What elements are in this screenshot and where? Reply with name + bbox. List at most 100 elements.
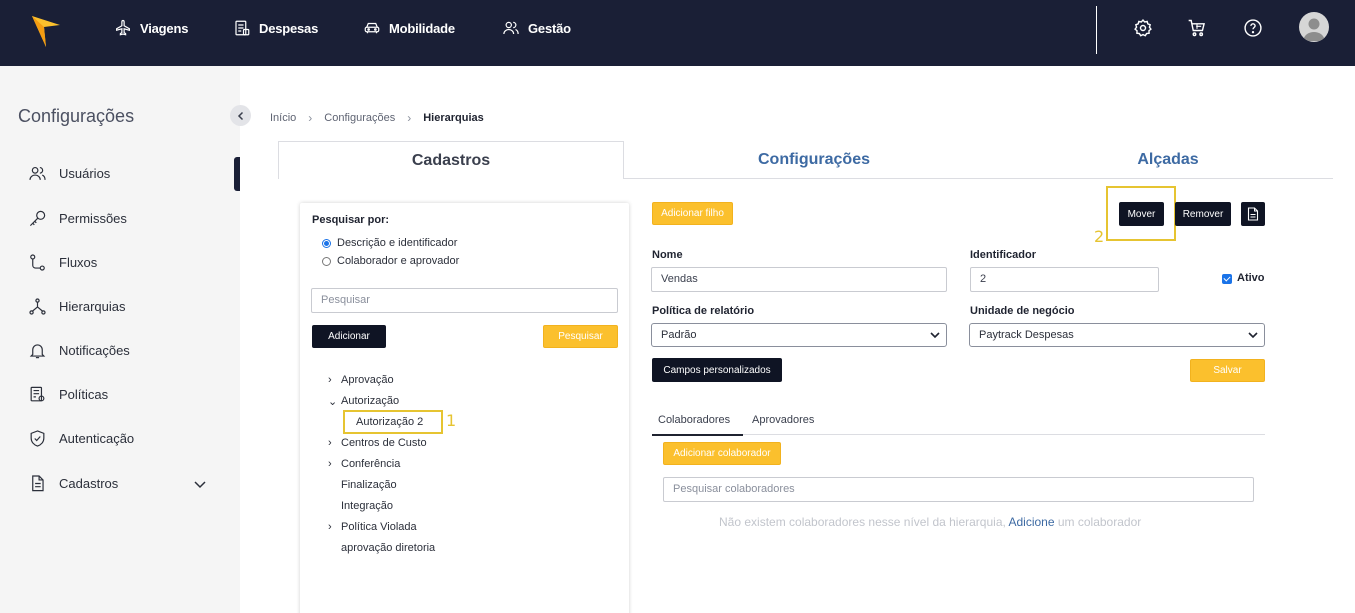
receipt-icon <box>235 20 250 36</box>
tab-alcadas[interactable]: Alçadas <box>1004 141 1332 179</box>
move-button[interactable]: Mover <box>1119 202 1164 226</box>
radio-button[interactable] <box>322 238 331 248</box>
search-input[interactable]: Pesquisar <box>311 288 618 313</box>
add-collaborator-button[interactable]: Adicionar colaborador <box>663 442 781 465</box>
identifier-input[interactable]: 2 <box>970 267 1159 292</box>
bell-icon <box>29 343 46 358</box>
chevron-right-icon: › <box>308 111 313 125</box>
empty-collaborators-message: Não existem colaboradores nesse nível da… <box>719 515 1141 529</box>
sidebar-item-notificacoes[interactable]: Notificações <box>28 339 130 361</box>
name-input[interactable]: Vendas <box>651 267 947 292</box>
nav-gestao[interactable]: Gestão <box>502 18 571 38</box>
empty-message-text: um colaborador <box>1054 515 1142 529</box>
tree-item-autorizacao[interactable]: ⌄ Autorização <box>328 393 399 409</box>
tree-item-aprovacao-diretoria[interactable]: aprovação diretoria <box>341 540 435 556</box>
chevron-right-icon[interactable]: › <box>328 458 341 470</box>
radio-descricao[interactable]: Descrição e identificador <box>322 237 457 249</box>
policy-label: Política de relatório <box>652 305 755 317</box>
tree-item-conferencia[interactable]: › Conferência <box>328 456 400 472</box>
tab-cadastros[interactable]: Cadastros <box>278 141 624 179</box>
breadcrumb: Início › Configurações › Hierarquias <box>270 111 484 125</box>
gear-icon[interactable] <box>1133 18 1153 38</box>
tree-item-label: aprovação diretoria <box>341 542 436 554</box>
empty-message-text: Não existem colaboradores nesse nível da… <box>719 515 1009 529</box>
collaborator-search-input[interactable]: Pesquisar colaboradores <box>663 477 1254 502</box>
sidebar-item-fluxos[interactable]: Fluxos <box>28 251 97 273</box>
business-unit-label: Unidade de negócio <box>970 305 1075 317</box>
tab-colaboradores[interactable]: Colaboradores <box>658 414 730 426</box>
tree-item-aprovacao[interactable]: › Aprovação <box>328 372 394 388</box>
tree-item-politica-violada[interactable]: › Política Violada <box>328 519 417 535</box>
chevron-down-icon[interactable] <box>192 476 208 492</box>
sidebar-item-politicas[interactable]: Políticas <box>28 383 108 405</box>
users-icon <box>29 166 46 180</box>
add-child-button[interactable]: Adicionar filho <box>652 202 733 225</box>
search-button[interactable]: Pesquisar <box>543 325 618 348</box>
business-unit-select[interactable]: Paytrack Despesas <box>969 323 1265 347</box>
radio-label: Descrição e identificador <box>337 237 458 249</box>
sidebar-item-cadastros[interactable]: Cadastros <box>28 472 118 494</box>
navbar-divider <box>1096 6 1097 54</box>
user-avatar-icon <box>1303 18 1325 41</box>
tree-item-integracao[interactable]: Integração <box>341 498 393 514</box>
sidebar-item-permissoes[interactable]: Permissões <box>28 207 127 229</box>
export-document-button[interactable] <box>1241 202 1265 226</box>
sidebar-item-hierarquias[interactable]: Hierarquias <box>28 295 125 317</box>
tree-item-label: Política Violada <box>341 521 417 533</box>
top-navbar: Viagens Despesas Mobilidade Gestão <box>0 0 1355 66</box>
chevron-right-icon[interactable]: › <box>328 521 341 533</box>
sidebar-item-usuarios[interactable]: Usuários <box>28 162 110 184</box>
remove-button[interactable]: Remover <box>1175 202 1231 226</box>
nav-despesas[interactable]: Despesas <box>233 18 318 38</box>
hierarchy-search-panel: Pesquisar por: Descrição e identificador… <box>300 203 629 613</box>
tab-aprovadores[interactable]: Aprovadores <box>752 414 814 426</box>
breadcrumb-item-configuracoes[interactable]: Configurações <box>324 112 395 124</box>
avatar[interactable] <box>1299 12 1329 42</box>
nav-label: Gestão <box>528 20 571 36</box>
tree-item-label: Autorização <box>341 395 400 407</box>
users-icon <box>503 21 519 35</box>
annotation-number-1: 1 <box>446 411 457 430</box>
flow-icon <box>30 253 45 271</box>
chevron-right-icon: › <box>407 111 412 125</box>
search-by-label: Pesquisar por: <box>312 214 390 226</box>
sidebar-item-label: Autenticação <box>59 430 135 446</box>
logo-icon[interactable] <box>30 13 62 49</box>
radio-colaborador[interactable]: Colaborador e aprovador <box>322 255 459 267</box>
sidebar-title: Configurações <box>18 106 135 126</box>
policy-select-value: Padrão <box>661 329 697 341</box>
subtabs-divider <box>652 434 1265 435</box>
annotation-number-2: 2 <box>1094 227 1105 246</box>
chevron-down-icon[interactable]: ⌄ <box>328 395 341 408</box>
save-button[interactable]: Salvar <box>1190 359 1265 382</box>
active-checkbox[interactable] <box>1222 274 1232 284</box>
tree-item-finalizacao[interactable]: Finalização <box>341 477 397 493</box>
nav-mobilidade[interactable]: Mobilidade <box>363 18 455 38</box>
sidebar-item-label: Políticas <box>59 386 109 402</box>
radio-button[interactable] <box>322 256 331 266</box>
add-collaborator-link[interactable]: Adicione <box>1009 515 1055 529</box>
breadcrumb-item-inicio[interactable]: Início <box>270 112 296 124</box>
nav-viagens[interactable]: Viagens <box>114 18 188 38</box>
policy-select[interactable]: Padrão <box>651 323 947 347</box>
chevron-down-icon <box>930 332 940 339</box>
sidebar-item-autenticacao[interactable]: Autenticação <box>28 427 134 449</box>
document-icon <box>32 474 44 491</box>
tree-item-centros-de-custo[interactable]: › Centros de Custo <box>328 435 427 451</box>
nav-label: Mobilidade <box>389 20 455 36</box>
active-label: Ativo <box>1237 272 1265 284</box>
add-button[interactable]: Adicionar <box>312 325 386 348</box>
chevron-right-icon[interactable]: › <box>328 374 341 386</box>
tree-item-label: Aprovação <box>341 374 394 386</box>
shield-icon <box>30 429 45 447</box>
help-icon[interactable] <box>1243 18 1263 38</box>
cart-icon[interactable] <box>1187 18 1207 38</box>
chevron-right-icon[interactable]: › <box>328 437 341 449</box>
airplane-icon <box>116 19 130 36</box>
tree-item-label: Finalização <box>341 479 397 491</box>
tab-configuracoes[interactable]: Configurações <box>624 141 1004 179</box>
sidebar-collapse-button[interactable] <box>230 105 251 126</box>
file-icon <box>1247 207 1259 221</box>
custom-fields-button[interactable]: Campos personalizados <box>652 358 782 382</box>
subtab-active-indicator <box>652 434 743 436</box>
